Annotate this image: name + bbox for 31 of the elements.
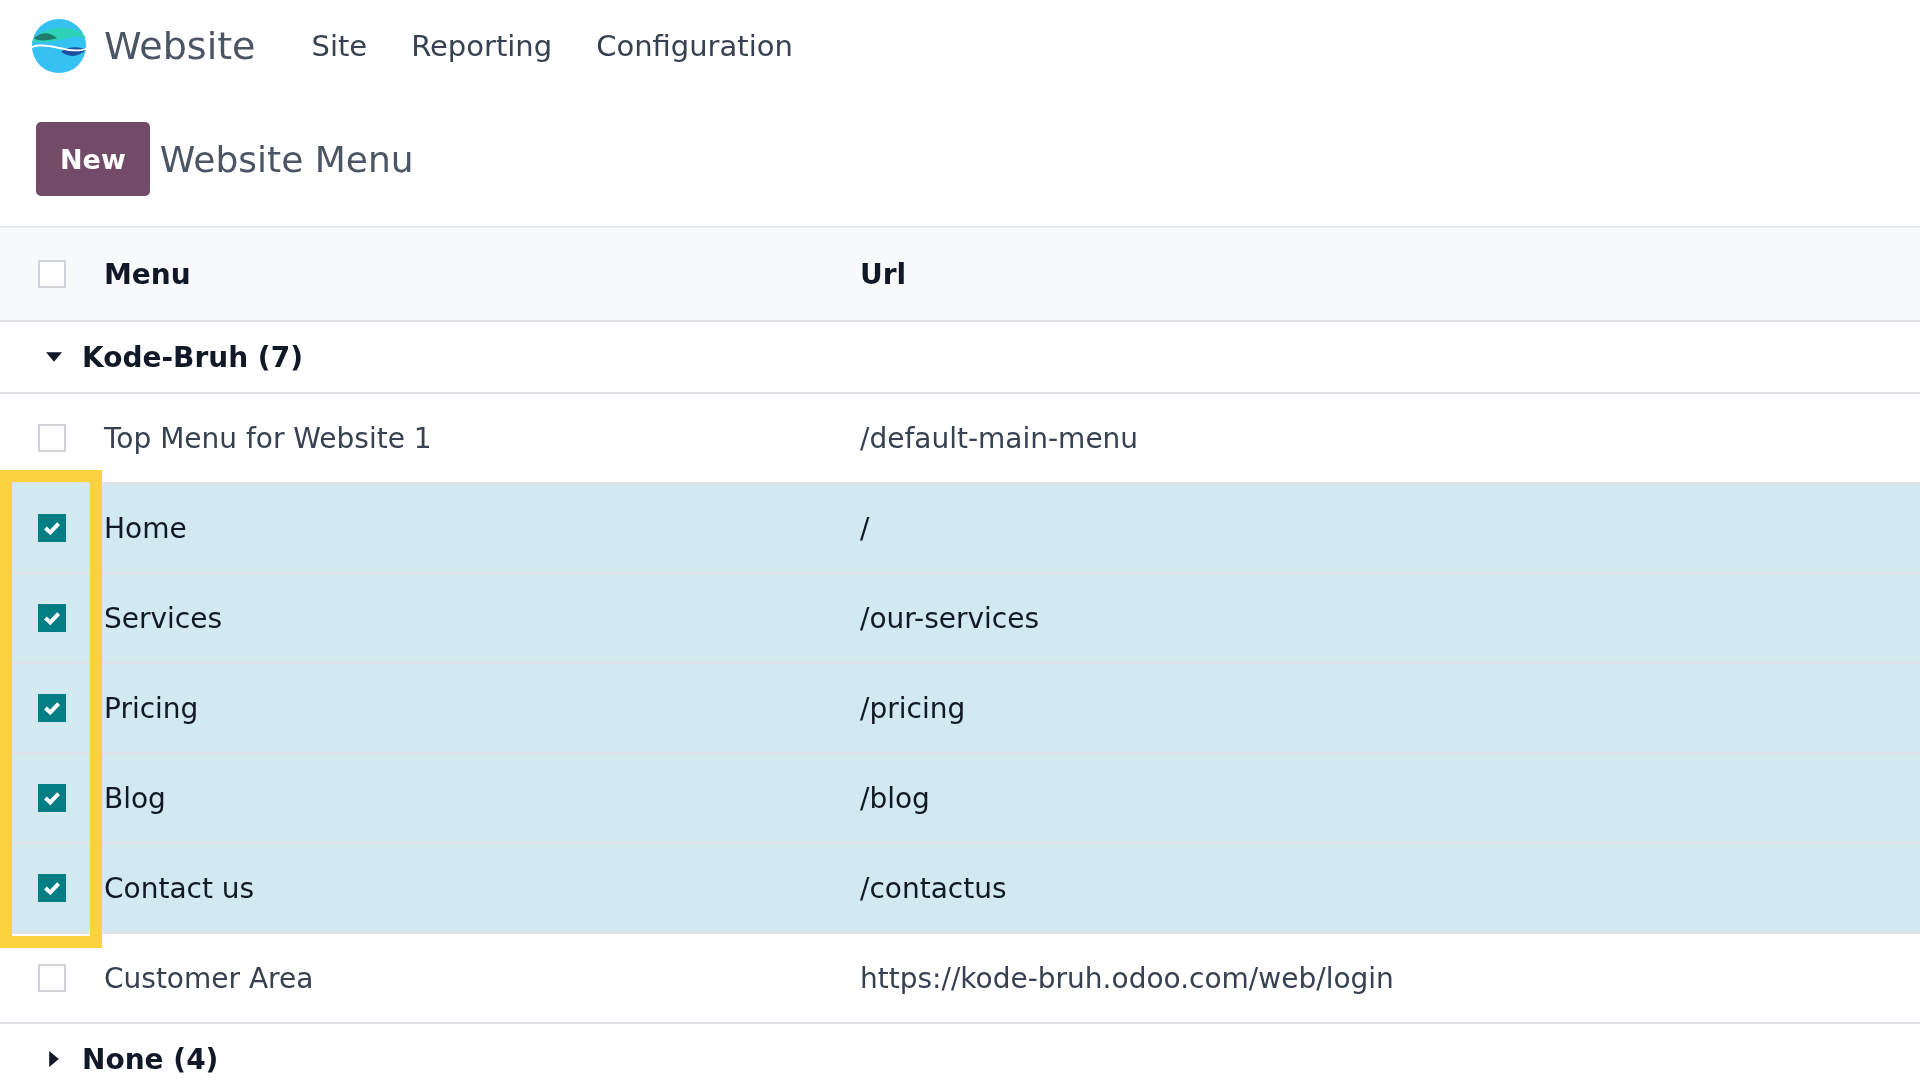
table-cell: /blog <box>860 781 930 815</box>
menu-item[interactable]: Reporting <box>389 29 575 63</box>
select-all-checkbox[interactable] <box>38 260 66 288</box>
table-cell: /our-services <box>860 601 1040 635</box>
row-checkbox[interactable] <box>38 784 66 812</box>
row-checkbox[interactable] <box>38 514 66 542</box>
table-cell: /contactus <box>860 871 1007 905</box>
table-cell: Customer Area <box>104 961 314 995</box>
table-cell: Home <box>104 511 187 545</box>
table-cell: / <box>860 511 870 545</box>
row-checkbox[interactable] <box>38 694 66 722</box>
menu-item[interactable]: Site <box>289 29 390 63</box>
group-row[interactable]: Kode-Bruh (7) <box>0 322 1920 394</box>
column-header[interactable]: Menu <box>104 257 191 291</box>
table-cell: Contact us <box>104 871 255 905</box>
row-checkbox[interactable] <box>38 604 66 632</box>
menu-item[interactable]: Configuration <box>574 29 815 63</box>
group-row[interactable]: None (4) <box>0 1024 1920 1080</box>
table-cell: Services <box>104 601 223 635</box>
app-name[interactable]: Website <box>104 24 256 68</box>
table-cell: Pricing <box>104 691 199 725</box>
new-button[interactable]: New <box>36 122 150 196</box>
column-header[interactable]: Url <box>860 257 907 291</box>
row-checkbox[interactable] <box>38 874 66 902</box>
table-cell: /default-main-menu <box>860 421 1139 455</box>
app-logo-icon[interactable] <box>30 17 88 75</box>
page-title: Website Menu <box>159 138 414 180</box>
table-cell: Top Menu for Website 1 <box>104 421 432 455</box>
table-cell: https://kode-bruh.odoo.com/web/login <box>860 961 1394 995</box>
table-cell: /pricing <box>860 691 966 725</box>
table-cell: Blog <box>104 781 166 815</box>
